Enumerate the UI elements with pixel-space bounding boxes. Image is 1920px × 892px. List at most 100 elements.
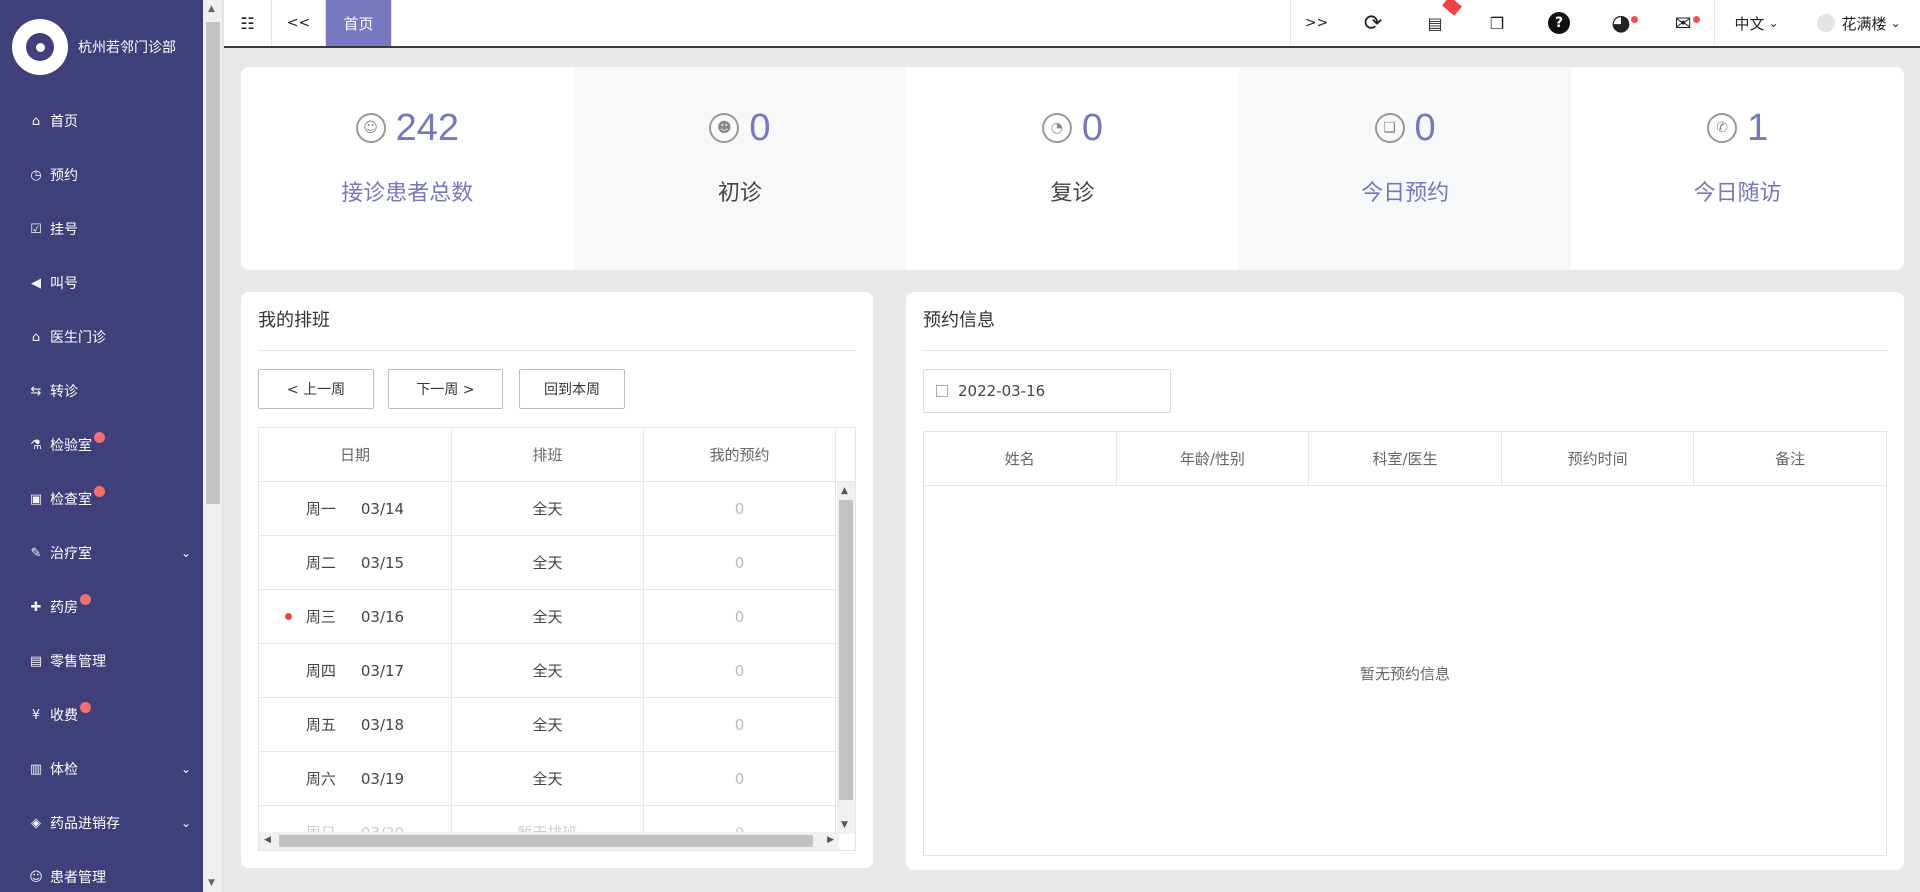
sidebar-item[interactable]: ☑ 挂号 xyxy=(0,202,203,256)
tab-home[interactable]: 首页 xyxy=(326,0,392,46)
appointment-count-cell: 0 xyxy=(644,482,836,535)
stat-tile[interactable]: ✆ 1 今日随访 xyxy=(1571,67,1904,270)
sidebar-item-label: 体检 xyxy=(50,762,78,778)
column-header: 科室/医生 xyxy=(1309,432,1502,485)
table-horizontal-scrollbar[interactable]: ◀ ▶ xyxy=(259,832,839,850)
stat-label: 接诊患者总数 xyxy=(341,181,474,206)
weekday: 周一 xyxy=(305,500,336,518)
weekday: 周五 xyxy=(305,716,336,734)
id-card-button[interactable]: ▤ xyxy=(1404,0,1466,46)
sidebar-item-label: 检验室 xyxy=(50,438,92,454)
stats-card: ☺ 242 接诊患者总数 ☻ 0 初诊 ◔ 0 复诊 ❏ 0 今日预约 ✆ 1 今日随访 xyxy=(241,67,1904,270)
manual-button[interactable]: ❒ xyxy=(1466,0,1528,46)
table-row[interactable]: 周二 03/15 全天 0 xyxy=(259,536,855,590)
double-left-icon: << xyxy=(286,15,311,31)
schedule-panel: 我的排班 < 上一周 下一周 > 回到本周 日期 排班 我的预约 周一 03/14 全天 0… xyxy=(241,292,873,868)
scroll-left-arrow-icon[interactable]: ◀ xyxy=(264,835,271,845)
table-row[interactable]: 周一 03/14 全天 0 xyxy=(259,482,855,536)
sidebar-item-label: 治疗室 xyxy=(50,546,92,562)
scrollbar-thumb[interactable] xyxy=(206,22,220,504)
table-row[interactable]: 周三 03/16 全天 0 xyxy=(259,590,855,644)
stat-tile[interactable]: ☺ 242 接诊患者总数 xyxy=(241,67,574,270)
stat-header: ◔ 0 xyxy=(1041,105,1103,151)
sidebar-item[interactable]: ⚗ 检验室 xyxy=(0,418,203,472)
date-cell: 周一 03/14 xyxy=(259,482,452,535)
chevron-down-icon: ⌄ xyxy=(1890,16,1901,30)
sidebar-item[interactable]: ✎ 治疗室 ⌄ xyxy=(0,526,203,580)
checkup-icon: ▥ xyxy=(29,761,43,777)
document-icon: ❏ xyxy=(1374,113,1405,143)
book-icon: ❒ xyxy=(1489,13,1505,33)
column-header: 排班 xyxy=(452,428,644,481)
wechat-button[interactable]: ◕ xyxy=(1590,0,1652,46)
shift-cell: 全天 xyxy=(452,482,644,535)
scroll-up-arrow-icon[interactable]: ▲ xyxy=(208,4,215,14)
mail-notify-dot xyxy=(1693,16,1700,23)
date: 03/16 xyxy=(360,607,405,626)
sidebar-item[interactable]: ✚ 药房 xyxy=(0,580,203,634)
table-row[interactable]: 周四 03/17 全天 0 xyxy=(259,644,855,698)
weekday: 周六 xyxy=(305,770,336,788)
chevron-down-icon: ⌄ xyxy=(1768,16,1779,30)
date-cell: 周五 03/18 xyxy=(259,698,452,751)
date-picker[interactable]: 2022-03-16 xyxy=(923,369,1171,413)
mail-icon: ✉ xyxy=(1674,11,1692,35)
sidebar-item[interactable]: ⌂ 首页 xyxy=(0,94,203,148)
sidebar-item[interactable]: ▤ 零售管理 xyxy=(0,634,203,688)
date-cell: 周三 03/16 xyxy=(259,590,452,643)
scroll-tabs-left-button[interactable]: << xyxy=(272,0,326,46)
this-week-button[interactable]: 回到本周 xyxy=(519,369,625,409)
sidebar-item[interactable]: ▥ 体检 ⌄ xyxy=(0,742,203,796)
scroll-tabs-right-button[interactable]: >> xyxy=(1290,0,1342,46)
list-icon: ☷ xyxy=(240,13,255,33)
stat-tile[interactable]: ◔ 0 复诊 xyxy=(906,67,1239,270)
image-icon: ▣ xyxy=(29,491,43,507)
user-menu[interactable]: 花满楼 ⌄ xyxy=(1798,0,1920,46)
table-row[interactable]: 周六 03/19 全天 0 xyxy=(259,752,855,806)
refresh-button[interactable]: ⟳ xyxy=(1342,0,1404,46)
column-header: 我的预约 xyxy=(644,428,836,481)
sidebar-item[interactable]: ⌂ 医生门诊 xyxy=(0,310,203,364)
sidebar-item[interactable]: ▣ 检查室 xyxy=(0,472,203,526)
double-right-icon: >> xyxy=(1304,15,1329,31)
stat-tile[interactable]: ☻ 0 初诊 xyxy=(573,67,907,270)
appointment-count-cell: 0 xyxy=(644,536,836,589)
weekday: 周四 xyxy=(305,662,336,680)
stat-label: 复诊 xyxy=(1050,181,1095,206)
menu-toggle-button[interactable]: ☷ xyxy=(224,0,272,46)
sidebar-item[interactable]: ◷ 预约 xyxy=(0,148,203,202)
sidebar-item[interactable]: ◀ 叫号 xyxy=(0,256,203,310)
table-header: 姓名 年龄/性别 科室/医生 预约时间 备注 xyxy=(924,432,1886,486)
scroll-right-arrow-icon[interactable]: ▶ xyxy=(827,835,834,845)
stat-tile[interactable]: ❏ 0 今日预约 xyxy=(1238,67,1572,270)
scrollbar-thumb[interactable] xyxy=(279,835,813,847)
table-vertical-scrollbar[interactable]: ▲ ▼ xyxy=(837,482,855,834)
sidebar-scrollbar[interactable]: ▲ ▼ xyxy=(203,0,223,892)
megaphone-icon: ◀ xyxy=(31,275,41,291)
scroll-down-arrow-icon[interactable]: ▼ xyxy=(208,878,215,888)
schedule-title: 我的排班 xyxy=(258,310,330,331)
language-selector[interactable]: 中文 ⌄ xyxy=(1714,0,1798,46)
top-bar: ☷ << 首页 >> ⟳ ▤ ❒ ? ◕ ✉ 中文 ⌄ 花满楼 ⌄ xyxy=(224,0,1920,48)
date-cell: 周二 03/15 xyxy=(259,536,452,589)
prev-week-button[interactable]: < 上一周 xyxy=(258,369,374,409)
brand[interactable]: 杭州若邻门诊部 xyxy=(0,0,203,94)
sidebar-item[interactable]: ☺ 患者管理 xyxy=(0,850,203,892)
table-row[interactable]: 周五 03/18 全天 0 xyxy=(259,698,855,752)
sidebar-item[interactable]: ¥ 收费 xyxy=(0,688,203,742)
cash-icon: ¥ xyxy=(31,707,41,723)
scroll-down-arrow-icon[interactable]: ▼ xyxy=(841,820,848,830)
scroll-up-arrow-icon[interactable]: ▲ xyxy=(841,486,848,496)
sidebar-item[interactable]: ◈ 药品进销存 ⌄ xyxy=(0,796,203,850)
lab-icon: ⚗ xyxy=(30,437,42,453)
chevron-down-icon: ⌄ xyxy=(180,762,191,776)
schedule-table: 日期 排班 我的预约 周一 03/14 全天 0 周二 03/15 全天 0 周三 03/16 全天 0 周四… xyxy=(258,427,856,851)
help-button[interactable]: ? xyxy=(1528,0,1590,46)
syringe-icon: ✎ xyxy=(30,545,42,561)
stack-icon: ◈ xyxy=(31,815,41,831)
mail-button[interactable]: ✉ xyxy=(1652,0,1714,46)
next-week-button[interactable]: 下一周 > xyxy=(388,369,503,409)
scrollbar-thumb[interactable] xyxy=(839,500,853,800)
sidebar-item[interactable]: ⇆ 转诊 xyxy=(0,364,203,418)
column-header: 年龄/性别 xyxy=(1117,432,1310,485)
